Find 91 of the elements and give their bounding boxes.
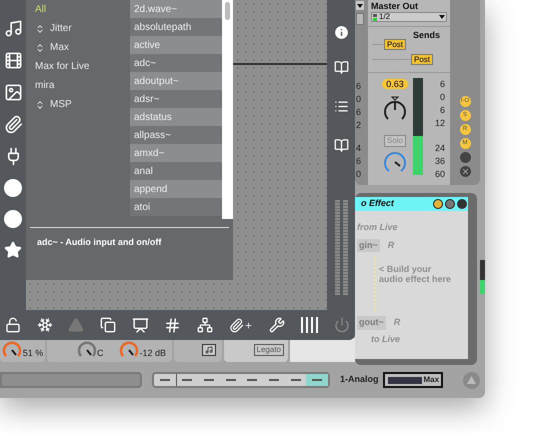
port-label: R bbox=[394, 316, 400, 329]
post-button[interactable]: Post bbox=[384, 38, 406, 50]
from-label: from Live bbox=[357, 221, 399, 234]
scale-label: 2 bbox=[356, 121, 362, 130]
scale-label: 4 bbox=[356, 144, 362, 153]
channel-icon bbox=[373, 14, 377, 20]
note-icon[interactable] bbox=[202, 344, 216, 356]
knob-reading: 51 % bbox=[22, 347, 44, 360]
device-title: o Effect bbox=[361, 197, 396, 210]
star-icon[interactable] bbox=[4, 241, 22, 259]
category-item[interactable]: Max bbox=[26, 38, 130, 57]
legato-button[interactable]: Legato bbox=[254, 344, 284, 356]
track-name: 1-Analog bbox=[340, 373, 379, 386]
scale-label: 6 bbox=[356, 157, 362, 166]
snowflake-icon[interactable] bbox=[36, 317, 53, 333]
hint-text: < Build your audio effect here bbox=[379, 264, 452, 286]
scale-label: 6 bbox=[440, 80, 445, 89]
scroll-bar[interactable] bbox=[0, 372, 142, 388]
paperclip-icon[interactable] bbox=[4, 115, 22, 134]
object-item[interactable]: 2d.wave~ bbox=[130, 0, 222, 18]
triangle-icon bbox=[466, 376, 476, 384]
book-icon[interactable] bbox=[334, 60, 348, 75]
scale-label: 6 bbox=[440, 106, 445, 115]
object-box: gin~ bbox=[357, 238, 380, 252]
close-icon[interactable] bbox=[460, 166, 470, 177]
scale-label: 0 bbox=[356, 170, 362, 179]
scale-label: 36 bbox=[434, 157, 445, 166]
object-item[interactable]: atoi bbox=[130, 198, 222, 216]
step-cell[interactable] bbox=[306, 374, 328, 386]
info-icon[interactable] bbox=[332, 24, 350, 41]
object-item[interactable]: adoutput~ bbox=[130, 72, 222, 90]
dropdown-arrow-icon bbox=[439, 15, 445, 19]
object-description: adc~ - Audio input and on/off bbox=[37, 236, 162, 249]
unlocked-icon[interactable] bbox=[5, 317, 21, 333]
volume-value[interactable]: 0.63 bbox=[381, 78, 409, 90]
presentation-icon[interactable] bbox=[132, 316, 149, 334]
scale-label: 12 bbox=[434, 119, 445, 128]
object-item[interactable]: absolutepath bbox=[130, 18, 222, 36]
object-item[interactable]: active bbox=[130, 36, 222, 54]
object-item[interactable]: anal bbox=[130, 162, 222, 180]
to-label: to Live bbox=[371, 332, 402, 346]
grid-icon[interactable] bbox=[164, 316, 182, 334]
scale-label: 6 bbox=[356, 82, 362, 91]
send-knob[interactable] bbox=[383, 150, 407, 174]
category-item[interactable]: MSP bbox=[26, 95, 130, 114]
category-item[interactable]: All bbox=[26, 0, 130, 19]
scale-label: 6 bbox=[356, 108, 362, 117]
scale-label: 0 bbox=[440, 93, 445, 102]
note-icon[interactable] bbox=[4, 19, 22, 38]
knob-reading: -12 dB bbox=[139, 347, 166, 360]
windows-icon[interactable] bbox=[100, 317, 116, 333]
knob-reading: C bbox=[96, 347, 104, 360]
dropdown-field[interactable] bbox=[356, 13, 364, 25]
output-label: Master Out bbox=[371, 1, 420, 12]
expand-icon[interactable] bbox=[35, 42, 45, 52]
port-label: R bbox=[388, 238, 394, 252]
bars-icon[interactable] bbox=[300, 317, 318, 333]
device-thumbnail[interactable]: Max bbox=[382, 372, 443, 388]
list-icon[interactable] bbox=[334, 99, 348, 114]
step-sequencer[interactable] bbox=[152, 372, 330, 388]
image-icon[interactable] bbox=[4, 83, 22, 102]
paperclip-plus-icon[interactable] bbox=[228, 318, 253, 332]
object-item[interactable]: append bbox=[130, 180, 222, 198]
pan-knob[interactable] bbox=[383, 96, 407, 122]
scrollbar-track[interactable] bbox=[222, 0, 233, 219]
scale-label: 24 bbox=[434, 144, 445, 153]
scale-label: 60 bbox=[434, 170, 445, 179]
output-dropdown[interactable]: 1/2 bbox=[371, 12, 447, 22]
sends-label: Sends bbox=[412, 29, 440, 42]
wrench-icon[interactable] bbox=[268, 317, 284, 333]
scrollbar-thumb[interactable] bbox=[225, 2, 230, 20]
film-icon[interactable] bbox=[4, 51, 22, 70]
object-item[interactable]: adstatus bbox=[130, 108, 222, 126]
object-item[interactable]: adsr~ bbox=[130, 90, 222, 108]
post-button[interactable]: Post bbox=[411, 54, 434, 64]
object-item[interactable]: allpass~ bbox=[130, 126, 222, 144]
expand-icon[interactable] bbox=[35, 100, 45, 110]
fold-icon[interactable] bbox=[433, 199, 443, 209]
hierarchy-icon[interactable] bbox=[197, 317, 214, 333]
book-icon[interactable] bbox=[334, 138, 348, 153]
scale-label: 0 bbox=[356, 95, 362, 104]
category-item[interactable]: Max for Live bbox=[26, 57, 130, 76]
object-item[interactable]: adc~ bbox=[130, 54, 222, 72]
expand-icon[interactable] bbox=[35, 24, 45, 34]
dropdown-arrow-icon[interactable] bbox=[356, 1, 364, 10]
save-icon[interactable] bbox=[457, 199, 467, 209]
category-item[interactable]: mira bbox=[26, 76, 130, 95]
edit-icon[interactable] bbox=[445, 199, 455, 209]
object-item[interactable]: amxd~ bbox=[130, 144, 222, 162]
category-item[interactable]: Jitter bbox=[26, 19, 130, 38]
object-box: gout~ bbox=[357, 316, 386, 330]
